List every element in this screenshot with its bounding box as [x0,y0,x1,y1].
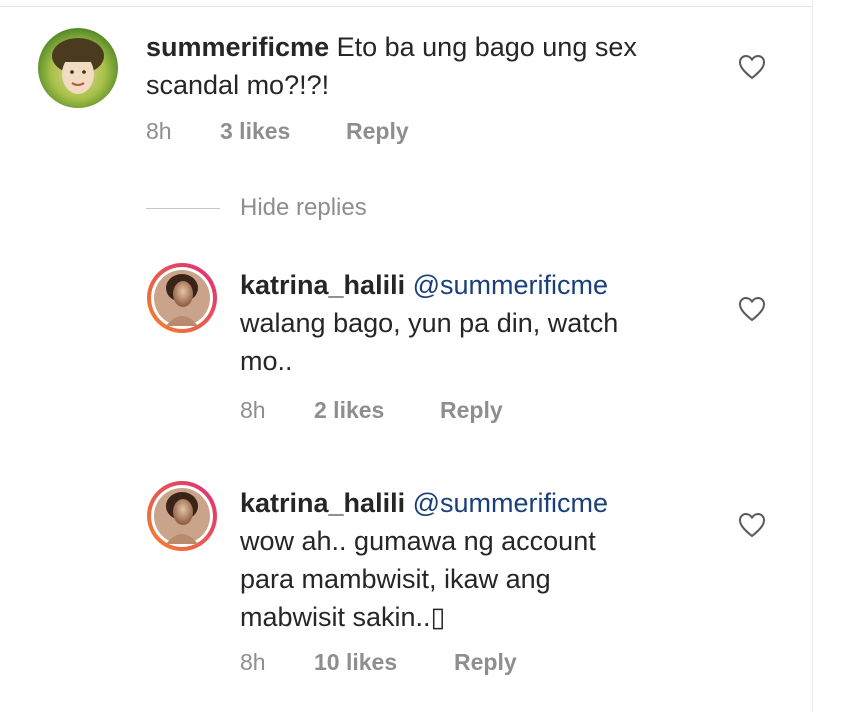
avatar-katrina-halili[interactable] [146,262,218,334]
heart-outline-icon[interactable] [738,54,766,80]
comment-body-line-2: scandal mo?!?! [146,70,330,100]
avatar-katrina-halili[interactable] [146,480,218,552]
reply-likes[interactable]: 10 likes [314,648,397,676]
reply-username[interactable]: katrina_halili [240,488,405,518]
comment-body-line-1: Eto ba ung bago ung sex [336,32,637,62]
heart-outline-icon[interactable] [738,512,766,538]
hide-replies-line [146,208,220,209]
comment-text: summerificme Eto ba ung bago ung sex sca… [146,28,706,104]
reply-text: katrina_halili @summerificme wow ah.. gu… [240,484,710,636]
reply-likes[interactable]: 2 likes [314,396,384,424]
reply-text: katrina_halili @summerificme walang bago… [240,266,710,380]
reply-body-line-1: walang bago, yun pa din, watch [240,308,619,338]
reply-meta: 8h 2 likes Reply [240,396,640,424]
comment-timestamp: 8h [146,118,172,144]
top-divider [0,6,812,7]
hide-replies-label[interactable]: Hide replies [240,193,367,223]
comment-username[interactable]: summerificme [146,32,329,62]
reply-timestamp: 8h [240,649,266,675]
reply-timestamp: 8h [240,397,266,423]
right-divider [812,0,813,712]
reply-line-1: katrina_halili @summerificme [240,484,710,522]
reply-username[interactable]: katrina_halili [240,270,405,300]
comment-reply-button[interactable]: Reply [346,117,409,145]
comment-meta: 8h 3 likes Reply [146,117,546,145]
reply-reply-button[interactable]: Reply [454,648,517,676]
reply-reply-button[interactable]: Reply [440,396,503,424]
comment-thread: summerificme Eto ba ung bago ung sex sca… [0,0,866,712]
comment-line-1: summerificme Eto ba ung bago ung sex [146,28,706,66]
reply-line-1: katrina_halili @summerificme [240,266,710,304]
reply-mention[interactable]: @summerificme [413,488,608,518]
reply-body-line-2: para mambwisit, ikaw ang [240,564,551,594]
reply-body-line-1: wow ah.. gumawa ng account [240,526,596,556]
reply-meta: 8h 10 likes Reply [240,648,640,676]
avatar-summerificme[interactable] [38,28,118,108]
heart-outline-icon[interactable] [738,296,766,322]
reply-mention[interactable]: @summerificme [413,270,608,300]
reply-body-line-2: mo.. [240,346,293,376]
reply-body-line-3: mabwisit sakin..▯ [240,602,446,632]
comment-likes[interactable]: 3 likes [220,117,290,145]
